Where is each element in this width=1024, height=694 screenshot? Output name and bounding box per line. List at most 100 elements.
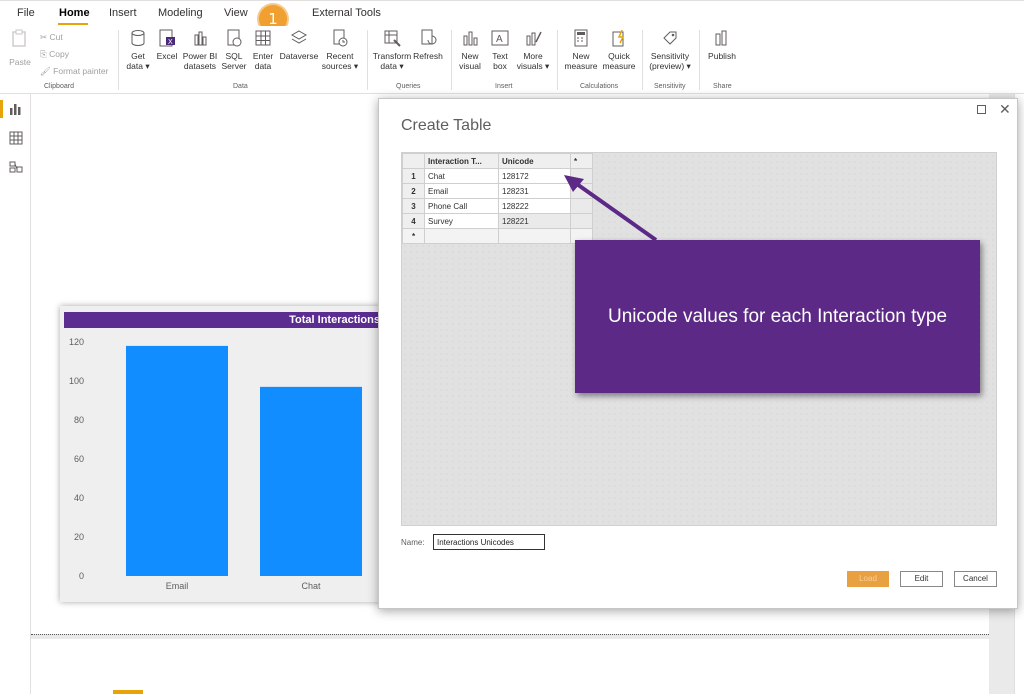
name-label: Name: (401, 538, 425, 547)
publish-button[interactable]: Publish (705, 28, 739, 61)
share-group-label: Share (713, 83, 732, 90)
corner-cell (402, 153, 425, 169)
annotation-callout: Unicode values for each Interaction type (575, 240, 980, 393)
separator (451, 30, 452, 90)
excel-button[interactable]: X Excel (155, 28, 179, 61)
insert-group-label: Insert (495, 83, 513, 90)
dialog-title: Create Table (401, 117, 492, 134)
data-view-icon[interactable] (9, 131, 23, 145)
y-tick-label: 20 (74, 532, 84, 542)
x-tick-label: Email (166, 581, 189, 591)
row-number: 1 (402, 168, 425, 184)
enter-data-button[interactable]: Enter data (250, 28, 276, 71)
y-tick-label: 80 (74, 415, 84, 425)
ribbon: Paste ✂ Cut ⎘ Copy 🖌 Format painter Clip… (0, 26, 1024, 94)
report-view-icon[interactable] (9, 102, 23, 116)
data-group-label: Data (233, 83, 248, 90)
copy-button[interactable]: ⎘ Copy (40, 49, 69, 60)
separator (557, 30, 558, 90)
menu-modeling[interactable]: Modeling (158, 7, 203, 19)
more-visuals-button[interactable]: More visuals ▾ (515, 28, 551, 71)
separator (367, 30, 368, 90)
bar-chat[interactable] (260, 386, 362, 576)
cut-button[interactable]: ✂ Cut (40, 32, 63, 43)
clipboard-group-label: Clipboard (44, 83, 74, 90)
model-view-icon[interactable] (9, 160, 23, 174)
sql-server-icon (227, 29, 242, 47)
menu-external-tools[interactable]: External Tools (312, 7, 381, 19)
close-icon[interactable]: ✕ (999, 101, 1011, 118)
active-tab-underline (58, 23, 88, 25)
text-box-button[interactable]: A Text box (487, 28, 513, 71)
quick-measure-button[interactable]: Quick measure (600, 28, 638, 71)
table-name-input[interactable] (433, 534, 545, 550)
menu-view[interactable]: View (224, 7, 248, 19)
dataverse-button[interactable]: Dataverse (278, 28, 320, 61)
maximize-icon[interactable] (977, 105, 986, 114)
separator (642, 30, 643, 90)
sql-server-button[interactable]: SQL Server (221, 28, 247, 71)
sensitivity-group-label: Sensitivity (654, 83, 686, 90)
transform-icon (384, 30, 401, 47)
power-bi-datasets-button[interactable]: Power BI datasets (182, 28, 218, 71)
svg-text:A: A (496, 34, 503, 45)
annotation-arrow (564, 175, 658, 242)
menu-bar: File Home Insert Modeling View External … (0, 0, 1024, 33)
publish-icon (715, 30, 727, 46)
new-visual-button[interactable]: New visual (456, 28, 484, 71)
text-box-icon: A (491, 30, 509, 46)
more-visuals-icon (526, 31, 542, 46)
add-column-header[interactable]: * (570, 153, 593, 169)
y-tick-label: 60 (74, 454, 84, 464)
bar-chart-icon (463, 31, 478, 46)
page-boundary (31, 634, 989, 635)
calculator-icon (574, 29, 588, 47)
menu-insert[interactable]: Insert (109, 7, 137, 19)
left-navigation (0, 94, 31, 694)
page-footer-area (31, 639, 989, 694)
recent-sources-button[interactable]: Recent sources ▾ (320, 28, 360, 71)
cancel-button[interactable]: Cancel (954, 571, 997, 587)
menu-home[interactable]: Home (59, 7, 90, 19)
format-painter-button[interactable]: 🖌 Format painter (40, 66, 108, 77)
page-tab-indicator[interactable] (113, 690, 143, 694)
refresh-button[interactable]: Refresh (413, 28, 443, 61)
excel-icon: X (159, 29, 175, 47)
bar-email[interactable] (126, 345, 228, 576)
quick-measure-icon (612, 29, 625, 47)
edit-button[interactable]: Edit (900, 571, 943, 587)
cell-interaction-type[interactable]: Survey (424, 213, 499, 229)
cell-interaction-type[interactable]: Email (424, 183, 499, 199)
svg-text:X: X (168, 39, 173, 46)
new-row-marker: * (402, 228, 425, 244)
y-tick-label: 40 (74, 493, 84, 503)
dataset-icon (194, 31, 207, 46)
new-measure-button[interactable]: New measure (562, 28, 600, 71)
queries-group-label: Queries (396, 83, 421, 90)
separator (699, 30, 700, 90)
cell-interaction-type[interactable]: Phone Call (424, 198, 499, 214)
chart-plot: 0 20 40 60 80 100 120 Email Chat (69, 337, 362, 591)
sensitivity-button[interactable]: Sensitivity (preview) ▾ (648, 28, 692, 71)
load-button[interactable]: Load (847, 571, 889, 587)
menu-file[interactable]: File (17, 7, 35, 19)
paste-button[interactable]: Paste (8, 28, 32, 67)
cell-empty[interactable] (424, 228, 499, 244)
sensitivity-tag-icon (663, 31, 677, 45)
chart-title: Total Interactions (64, 312, 390, 328)
nav-active-indicator (0, 100, 3, 118)
y-tick-label: 120 (69, 337, 84, 347)
separator (118, 30, 119, 90)
column-header-unicode[interactable]: Unicode (498, 153, 571, 169)
database-icon (131, 30, 145, 46)
refresh-icon (421, 29, 437, 45)
cell-interaction-type[interactable]: Chat (424, 168, 499, 184)
column-header-interaction-type[interactable]: Interaction T... (424, 153, 499, 169)
get-data-button[interactable]: Get data ▾ (124, 28, 152, 71)
recent-sources-icon (333, 29, 348, 47)
x-tick-label: Chat (301, 581, 321, 591)
total-interactions-chart[interactable]: Total Interactions 0 20 40 60 80 100 120 Email… (60, 306, 390, 602)
table-grid-icon (255, 30, 271, 46)
transform-data-button[interactable]: Transform data ▾ (372, 28, 412, 71)
y-tick-label: 0 (79, 571, 84, 581)
